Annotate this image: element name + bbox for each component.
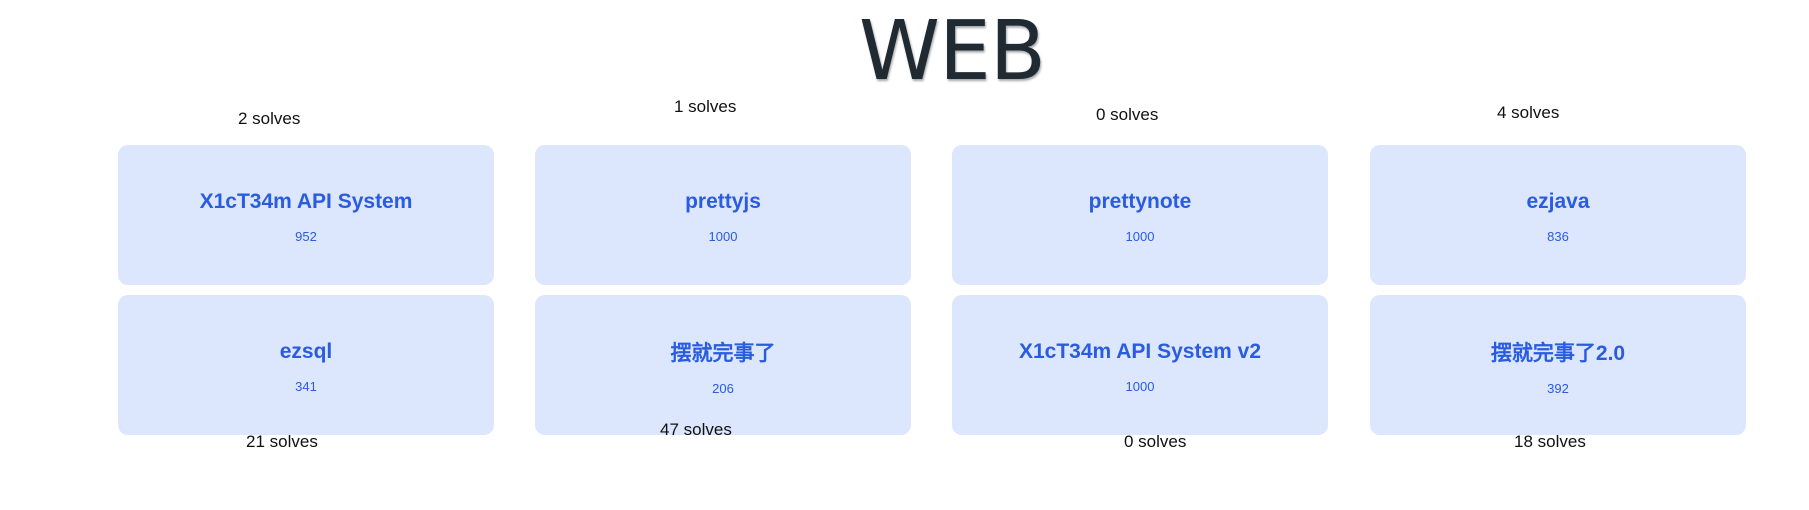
challenge-card[interactable]: prettyjs 1000 bbox=[535, 145, 911, 285]
challenge-card[interactable]: X1cT34m API System v2 1000 bbox=[952, 295, 1328, 435]
challenge-points: 1000 bbox=[1125, 379, 1155, 394]
solves-count: 18 solves bbox=[1514, 432, 1586, 451]
solves-count: 0 solves bbox=[1124, 432, 1187, 451]
challenge-points: 836 bbox=[1547, 229, 1569, 244]
challenge-card[interactable]: ezsql 341 bbox=[118, 295, 494, 435]
page-title: WEB bbox=[858, 4, 1046, 99]
solves-count: 21 solves bbox=[246, 432, 318, 451]
challenge-card[interactable]: 摆就完事了 206 bbox=[535, 295, 911, 435]
solves-count: 0 solves bbox=[1096, 105, 1159, 124]
challenge-name: ezjava bbox=[1526, 190, 1590, 213]
challenge-points: 1000 bbox=[708, 229, 738, 244]
challenge-name: 摆就完事了 bbox=[670, 342, 776, 365]
challenge-points: 952 bbox=[295, 229, 317, 244]
challenge-points: 341 bbox=[295, 379, 317, 394]
challenge-card[interactable]: 摆就完事了2.0 392 bbox=[1370, 295, 1746, 435]
challenge-name: prettynote bbox=[1088, 190, 1192, 213]
challenge-name: prettyjs bbox=[685, 190, 761, 213]
challenge-card[interactable]: prettynote 1000 bbox=[952, 145, 1328, 285]
challenge-points: 392 bbox=[1547, 381, 1569, 396]
challenge-name: 摆就完事了2.0 bbox=[1490, 342, 1626, 365]
challenge-name: ezsql bbox=[279, 340, 333, 363]
challenge-name: X1cT34m API System v2 bbox=[1018, 340, 1262, 363]
solves-count: 4 solves bbox=[1497, 103, 1560, 122]
challenge-card[interactable]: ezjava 836 bbox=[1370, 145, 1746, 285]
challenge-card[interactable]: X1cT34m API System 952 bbox=[118, 145, 494, 285]
solves-count: 1 solves bbox=[674, 97, 737, 116]
solves-count: 47 solves bbox=[660, 420, 732, 439]
challenge-name: X1cT34m API System bbox=[199, 190, 413, 213]
solves-count: 2 solves bbox=[238, 109, 301, 128]
challenge-points: 1000 bbox=[1125, 229, 1155, 244]
challenge-points: 206 bbox=[712, 381, 734, 396]
